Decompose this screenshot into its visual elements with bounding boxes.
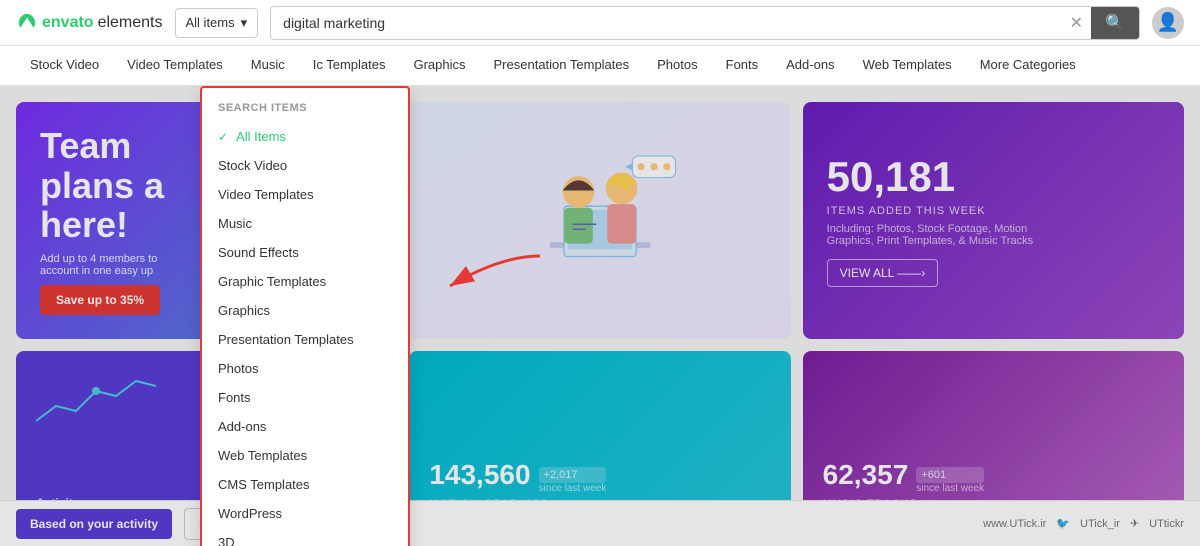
nav-music[interactable]: Music: [237, 46, 299, 86]
nav-photos[interactable]: Photos: [643, 46, 711, 86]
search-bar: ✕ 🔍: [270, 6, 1140, 40]
nav-ic-templates[interactable]: Ic Templates: [299, 46, 400, 86]
nav-graphics[interactable]: Graphics: [399, 46, 479, 86]
nav-bar: Stock Video Video Templates Music Ic Tem…: [0, 46, 1200, 86]
clear-icon: ✕: [1070, 15, 1083, 32]
chevron-down-icon: ▾: [241, 15, 248, 31]
logo[interactable]: envatoelements: [16, 12, 163, 34]
nav-fonts[interactable]: Fonts: [712, 46, 773, 86]
nav-addons[interactable]: Add-ons: [772, 46, 848, 86]
main-area: Teamplans ahere! Add up to 4 members toa…: [0, 86, 1200, 546]
all-items-label: All items: [186, 15, 235, 30]
search-input[interactable]: [271, 15, 1062, 31]
clear-button[interactable]: ✕: [1062, 13, 1091, 33]
dropdown-photos[interactable]: Photos: [202, 354, 408, 383]
user-icon: 👤: [1157, 12, 1179, 33]
nav-stock-video[interactable]: Stock Video: [16, 46, 113, 86]
dropdown-stock-video[interactable]: Stock Video: [202, 151, 408, 180]
dropdown-presentation-templates[interactable]: Presentation Templates: [202, 325, 408, 354]
dropdown-addons[interactable]: Add-ons: [202, 412, 408, 441]
user-avatar[interactable]: 👤: [1152, 7, 1184, 39]
logo-elements: elements: [98, 14, 163, 32]
search-icon: 🔍: [1105, 13, 1125, 33]
dropdown-fonts[interactable]: Fonts: [202, 383, 408, 412]
search-button[interactable]: 🔍: [1091, 6, 1139, 40]
dropdown-3d[interactable]: 3D: [202, 528, 408, 546]
dropdown-sound-effects[interactable]: Sound Effects: [202, 238, 408, 267]
dropdown-all-items[interactable]: All Items: [202, 122, 408, 151]
nav-video-templates[interactable]: Video Templates: [113, 46, 237, 86]
dropdown-cms-templates[interactable]: CMS Templates: [202, 470, 408, 499]
logo-envato: envato: [42, 14, 94, 32]
dropdown-menu: SEARCH ITEMS All Items Stock Video Video…: [200, 86, 410, 546]
dropdown-video-templates[interactable]: Video Templates: [202, 180, 408, 209]
dropdown-web-templates[interactable]: Web Templates: [202, 441, 408, 470]
dropdown-graphic-templates[interactable]: Graphic Templates: [202, 267, 408, 296]
dropdown-overlay[interactable]: [0, 86, 1200, 546]
dropdown-header: SEARCH ITEMS: [202, 96, 408, 122]
all-items-button[interactable]: All items ▾: [175, 8, 259, 38]
header: envatoelements All items ▾ ✕ 🔍 👤: [0, 0, 1200, 46]
dropdown-music[interactable]: Music: [202, 209, 408, 238]
nav-web-templates[interactable]: Web Templates: [849, 46, 966, 86]
dropdown-wordpress[interactable]: WordPress: [202, 499, 408, 528]
logo-icon: [16, 12, 38, 34]
nav-more-categories[interactable]: More Categories: [966, 46, 1090, 86]
dropdown-graphics[interactable]: Graphics: [202, 296, 408, 325]
nav-presentation-templates[interactable]: Presentation Templates: [480, 46, 644, 86]
